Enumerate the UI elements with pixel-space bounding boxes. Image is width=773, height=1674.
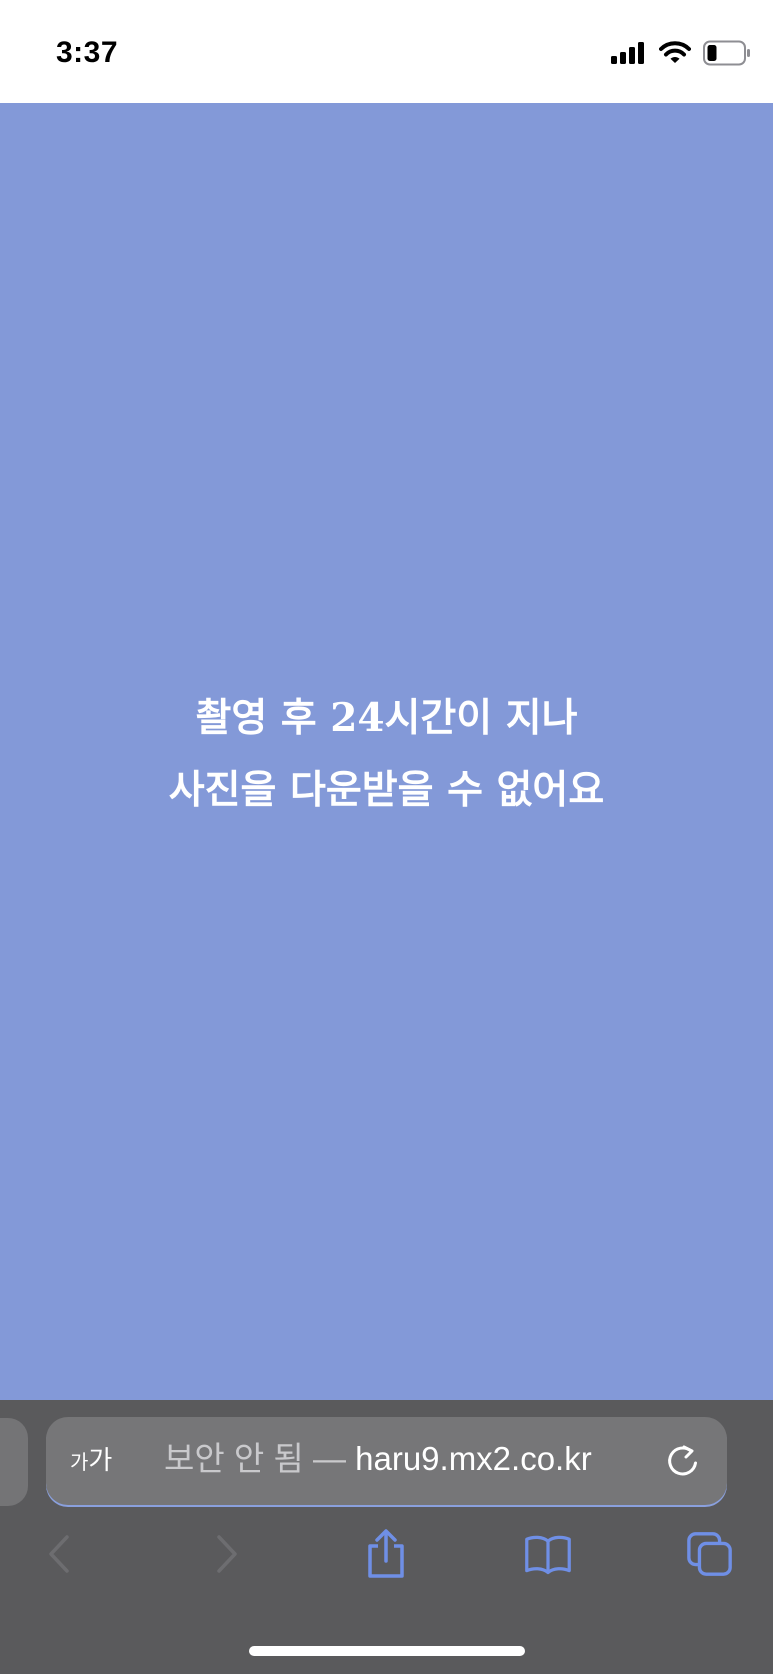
share-icon bbox=[368, 1529, 404, 1578]
tabs-button[interactable] bbox=[686, 1528, 734, 1580]
forward-icon bbox=[217, 1535, 237, 1573]
message-line-2: 사진을 다운받을 수 없어요 bbox=[168, 767, 605, 813]
browser-bottom-bar: 가가 보안 안 됨 — haru9.mx2.co.kr bbox=[0, 1400, 773, 1674]
wifi-icon bbox=[659, 41, 691, 70]
cellular-signal-icon bbox=[611, 41, 647, 70]
text-size-button[interactable]: 가가 bbox=[70, 1443, 112, 1480]
web-content: 촬영 후 24시간이 지나 사진을 다운받을 수 없어요 bbox=[0, 103, 773, 1400]
text-size-large-label: 가 bbox=[88, 1445, 113, 1475]
previous-tab-peek[interactable] bbox=[0, 1418, 28, 1506]
status-bar: 3:37 bbox=[0, 0, 773, 103]
address-bar[interactable]: 가가 보안 안 됨 — haru9.mx2.co.kr bbox=[46, 1417, 727, 1505]
reload-icon bbox=[668, 1445, 697, 1476]
browser-toolbar bbox=[0, 1528, 773, 1588]
battery-icon bbox=[703, 40, 751, 71]
phone-screen: 3:37 촬영 후 24시간이 지나 사진을 다운받을 수 없어요 가가 보안 … bbox=[0, 0, 773, 1674]
reload-button[interactable] bbox=[665, 1443, 701, 1479]
back-button[interactable] bbox=[36, 1528, 84, 1580]
tabs-icon bbox=[687, 1532, 732, 1576]
status-time: 3:37 bbox=[56, 36, 119, 69]
text-size-small-label: 가 bbox=[70, 1452, 89, 1474]
status-icons bbox=[611, 40, 751, 71]
url-display[interactable]: 보안 안 됨 — haru9.mx2.co.kr bbox=[164, 1439, 592, 1479]
bookmarks-button[interactable] bbox=[524, 1528, 572, 1580]
security-warning-label: 보안 안 됨 — bbox=[164, 1440, 346, 1477]
forward-button[interactable] bbox=[202, 1528, 250, 1580]
back-icon bbox=[49, 1535, 69, 1573]
home-indicator[interactable] bbox=[249, 1646, 525, 1656]
bookmarks-icon bbox=[525, 1535, 571, 1575]
share-button[interactable] bbox=[362, 1528, 410, 1580]
message-line-1: 촬영 후 24시간이 지나 bbox=[195, 695, 578, 741]
domain-label: haru9.mx2.co.kr bbox=[355, 1440, 592, 1477]
